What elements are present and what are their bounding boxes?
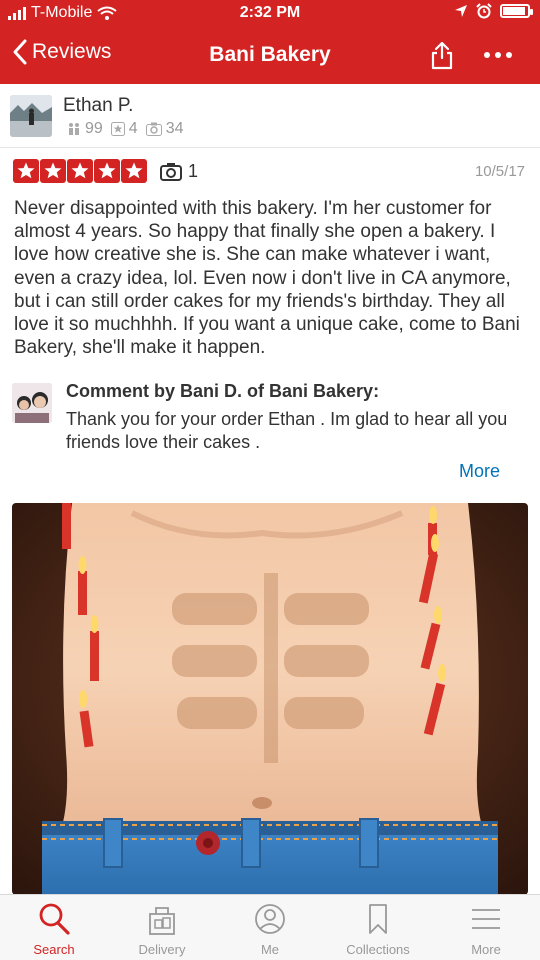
star-icon bbox=[40, 159, 66, 183]
review-text: Never disappointed with this bakery. I'm… bbox=[14, 198, 520, 359]
friends-icon bbox=[69, 123, 79, 135]
tab-more-label: More bbox=[471, 942, 501, 957]
status-right bbox=[454, 3, 533, 19]
tab-me-label: Me bbox=[260, 942, 280, 957]
star-icon bbox=[67, 159, 93, 183]
tab-search[interactable]: Search bbox=[0, 895, 108, 960]
tab-me[interactable]: Me bbox=[216, 895, 324, 960]
ellipsis-icon bbox=[484, 52, 512, 58]
tab-search-label: Search bbox=[33, 942, 75, 957]
top-bar: T-Mobile 2:32 PM Reviews Bani Bakery bbox=[0, 0, 540, 84]
share-icon bbox=[431, 41, 453, 70]
review-date: 10/5/17 bbox=[474, 163, 525, 180]
star-icon bbox=[94, 159, 120, 183]
location-arrow-icon bbox=[455, 5, 467, 17]
tab-delivery-label: Delivery bbox=[138, 942, 186, 957]
bookmark-icon bbox=[369, 904, 387, 934]
reviewer-header[interactable]: Ethan P. 99 4 34 bbox=[0, 84, 540, 148]
share-button[interactable] bbox=[428, 40, 456, 70]
alarm-icon bbox=[476, 3, 492, 19]
nav-bar: Reviews Bani Bakery bbox=[0, 28, 540, 84]
camera-icon bbox=[160, 163, 182, 181]
photos-count: 34 bbox=[165, 120, 184, 137]
reviewer-photo-icon bbox=[10, 95, 52, 137]
reviews-star-icon bbox=[110, 122, 125, 136]
owner-comment-heading: Comment by Bani D. of Bani Bakery: bbox=[66, 381, 380, 401]
menu-icon bbox=[472, 909, 500, 929]
owner-avatar[interactable] bbox=[12, 383, 52, 423]
owner-comment-text: Thank you for your order Ethan . Im glad… bbox=[66, 409, 508, 452]
cake-photo-image bbox=[12, 503, 528, 895]
review-photo-count[interactable]: 1 bbox=[160, 161, 198, 182]
photos-camera-icon bbox=[145, 122, 162, 136]
owner-photo-icon bbox=[12, 383, 52, 423]
page-title: Bani Bakery bbox=[209, 43, 331, 66]
tab-more[interactable]: More bbox=[432, 895, 540, 960]
review-photo[interactable] bbox=[12, 503, 528, 895]
star-icon bbox=[121, 159, 147, 183]
star-rating bbox=[13, 159, 147, 183]
reviewer-avatar[interactable] bbox=[10, 95, 52, 137]
reviewer-stats: 99 4 34 bbox=[63, 120, 184, 138]
reviewer-name[interactable]: Ethan P. bbox=[63, 95, 133, 117]
tab-collections-label: Collections bbox=[346, 942, 410, 957]
delivery-bag-icon bbox=[149, 907, 175, 935]
star-icon bbox=[13, 159, 39, 183]
more-options-button[interactable] bbox=[478, 40, 518, 70]
tab-delivery[interactable]: Delivery bbox=[108, 895, 216, 960]
tab-collections[interactable]: Collections bbox=[324, 895, 432, 960]
friends-count: 99 bbox=[85, 120, 103, 137]
reviews-count: 4 bbox=[128, 120, 138, 137]
photo-count-value: 1 bbox=[188, 161, 199, 181]
search-icon bbox=[39, 903, 70, 935]
comment-more-link[interactable]: More bbox=[459, 461, 500, 482]
status-bar: T-Mobile 2:32 PM bbox=[0, 0, 540, 28]
battery-level bbox=[503, 7, 525, 15]
battery-icon bbox=[500, 4, 533, 18]
tab-bar: Search Delivery Me Collections More bbox=[0, 894, 540, 960]
profile-icon bbox=[255, 904, 285, 934]
